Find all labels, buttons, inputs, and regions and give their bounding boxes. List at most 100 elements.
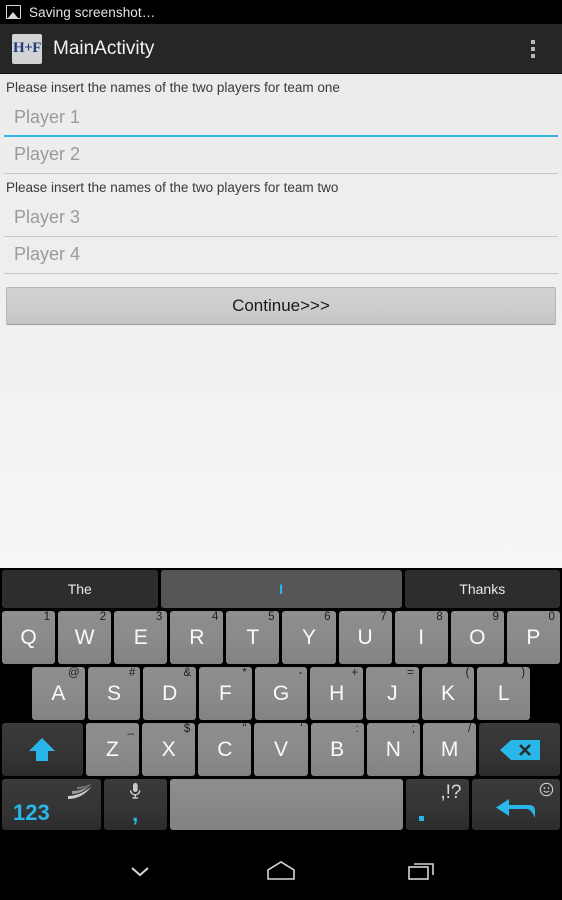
overflow-menu-icon[interactable] (510, 26, 556, 72)
key-label: A (51, 681, 66, 705)
player-3-input[interactable]: Player 3 (4, 200, 558, 237)
key-label: Y (302, 625, 317, 649)
player-1-input[interactable]: Player 1 (4, 100, 558, 137)
key-hint: 6 (324, 611, 331, 623)
shift-icon (29, 737, 56, 761)
suggestion-1[interactable]: I (160, 570, 402, 608)
key-hint: + (351, 667, 359, 679)
key-k[interactable]: (K (421, 667, 475, 720)
keyboard-row-1: 1Q 2W 3E 4R 5T 6Y 7U 8I 9O 0P (0, 608, 562, 664)
shift-key[interactable] (2, 723, 83, 776)
key-q[interactable]: 1Q (2, 611, 56, 664)
key-label: K (441, 681, 456, 705)
backspace-icon (499, 739, 540, 760)
key-p[interactable]: 0P (506, 611, 560, 664)
key-label: C (217, 737, 233, 761)
key-e[interactable]: 3E (114, 611, 168, 664)
continue-button[interactable]: Continue>>> (6, 286, 556, 325)
numeric-mode-key[interactable]: 123 (2, 779, 101, 830)
suggestion-2[interactable]: Thanks (404, 570, 561, 608)
key-x[interactable]: $ X (142, 723, 196, 776)
key-c[interactable]: " C (198, 723, 252, 776)
key-v[interactable]: ' V (254, 723, 308, 776)
key-b[interactable]: :B (310, 723, 364, 776)
recents-button[interactable] (392, 851, 452, 891)
device-screen: Saving screenshot… H+F MainActivity Plea… (0, 0, 562, 900)
home-icon (267, 861, 295, 880)
period-dot-icon (419, 816, 425, 821)
key-l[interactable]: ) L (477, 667, 531, 720)
key-h[interactable]: + H (310, 667, 364, 720)
key-hint: @ (67, 667, 80, 679)
key-s[interactable]: # S (87, 667, 141, 720)
key-hint: = (406, 667, 414, 679)
comma-key[interactable]: , (103, 779, 167, 830)
key-label: O (469, 625, 486, 649)
key-i[interactable]: 8I (394, 611, 448, 664)
key-label: J (387, 681, 398, 705)
key-hint: # (128, 667, 136, 679)
key-label: D (162, 681, 178, 705)
key-r[interactable]: 4R (170, 611, 224, 664)
key-f[interactable]: * F (199, 667, 252, 720)
backspace-key[interactable] (479, 723, 560, 776)
key-j[interactable]: = J (366, 667, 419, 720)
key-n[interactable]: ; N (366, 723, 420, 776)
key-label: U (357, 625, 373, 649)
key-label: S (107, 681, 122, 705)
key-d[interactable]: & D (143, 667, 197, 720)
key-hint: ' (300, 723, 303, 735)
navigation-bar (0, 846, 562, 896)
keyboard-row-2: @ A # S & D * F -G + H = J (K ) L (0, 664, 562, 720)
suggestion-0[interactable]: The (2, 570, 158, 608)
key-t[interactable]: 5T (226, 611, 280, 664)
keyboard-row-3: _ Z $ X " C ' V :B ; N / M (0, 720, 562, 776)
key-hint: & (183, 667, 192, 679)
home-button[interactable] (251, 851, 311, 891)
key-label: L (497, 681, 510, 705)
key-m[interactable]: / M (422, 723, 477, 776)
key-hint: ) (521, 667, 526, 679)
numeric-mode-label: 123 (13, 800, 50, 825)
suggestion-bar: The I Thanks (0, 570, 562, 608)
key-label: M (440, 737, 459, 761)
key-y[interactable]: 6Y (282, 611, 336, 664)
key-u[interactable]: 7U (338, 611, 392, 664)
player-2-input[interactable]: Player 2 (4, 137, 558, 174)
hide-keyboard-chevron-icon (131, 867, 149, 877)
key-hint: ( (465, 667, 470, 679)
hide-keyboard-button[interactable] (110, 851, 170, 891)
key-g[interactable]: -G (254, 667, 308, 720)
status-bar-text: Saving screenshot… (29, 4, 156, 20)
key-hint: " (242, 723, 247, 735)
player-4-input[interactable]: Player 4 (4, 237, 558, 274)
keyboard-row-4: 123 , ,!? (0, 776, 562, 830)
enter-key[interactable] (472, 779, 560, 830)
key-hint: 0 (548, 611, 555, 623)
key-label: V (273, 737, 288, 761)
image-icon (6, 5, 21, 19)
key-a[interactable]: @ A (32, 667, 85, 720)
key-w[interactable]: 2W (58, 611, 112, 664)
key-label: F (218, 681, 232, 705)
enter-icon (496, 798, 536, 818)
virtual-keyboard: The I Thanks 1Q 2W 3E 4R 5T 6Y 7U 8I 9O … (0, 568, 562, 846)
key-hint: 7 (380, 611, 387, 623)
key-hint: _ (127, 723, 135, 735)
key-hint: 4 (211, 611, 219, 623)
key-hint: : (355, 723, 359, 735)
team-one-label: Please insert the names of the two playe… (6, 80, 340, 95)
space-key[interactable] (169, 779, 404, 830)
key-label: I (418, 625, 425, 649)
key-o[interactable]: 9O (450, 611, 504, 664)
team-two-label: Please insert the names of the two playe… (6, 179, 339, 195)
key-label: B (330, 737, 345, 761)
key-hint: * (242, 667, 247, 679)
key-label: T (246, 625, 260, 649)
app-icon[interactable]: H+F (12, 33, 42, 64)
status-bar: Saving screenshot… (0, 0, 562, 24)
key-hint: 9 (492, 611, 499, 623)
key-z[interactable]: _ Z (85, 723, 140, 776)
period-key[interactable]: ,!? (406, 779, 470, 830)
key-label: Q (20, 625, 37, 649)
